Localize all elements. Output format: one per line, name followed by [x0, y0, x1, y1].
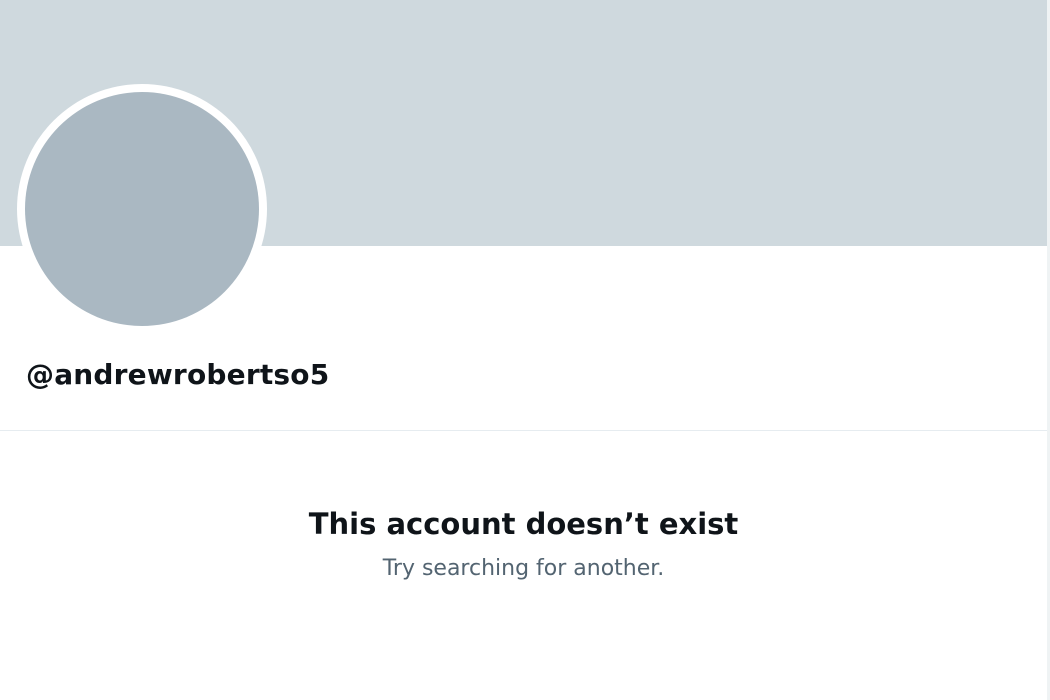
- avatar: [25, 92, 259, 326]
- empty-state-subtitle: Try searching for another.: [382, 556, 665, 581]
- empty-state-title: This account doesn’t exist: [308, 507, 739, 541]
- profile-handle: @andrewrobertso5: [26, 358, 330, 391]
- profile-page: @andrewrobertso5 This account doesn’t ex…: [0, 0, 1050, 700]
- empty-state: This account doesn’t exist Try searching…: [0, 500, 1047, 584]
- section-divider: [0, 430, 1047, 431]
